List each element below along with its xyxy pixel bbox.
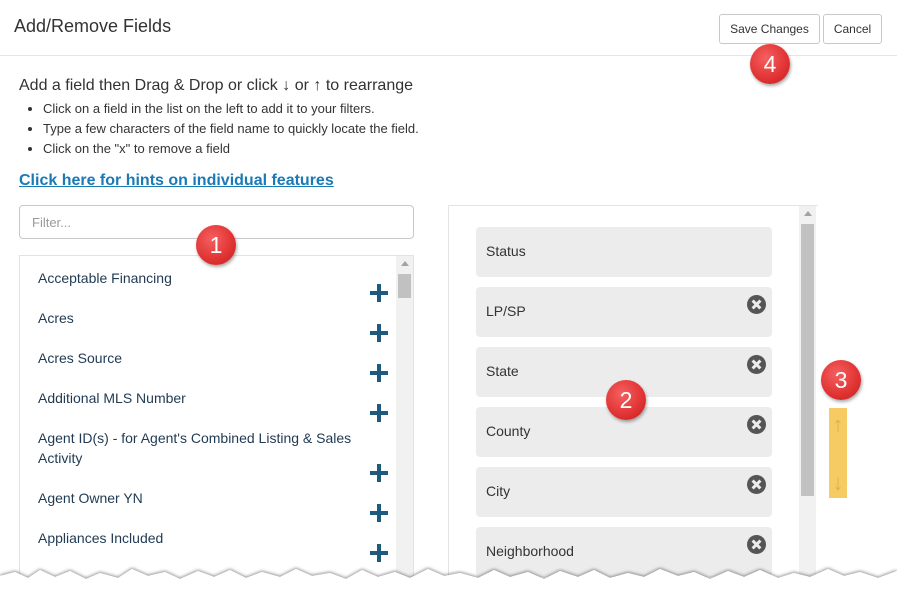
field-label: Acres Source [38, 350, 123, 366]
available-list-scrollbar[interactable] [396, 256, 413, 589]
field-label: Appliances Included [38, 530, 164, 546]
remove-x-icon[interactable] [747, 535, 766, 554]
remove-x-icon[interactable] [747, 475, 766, 494]
remove-x-icon[interactable] [747, 415, 766, 434]
list-item-acceptable-financing[interactable]: Acceptable Financing [20, 268, 396, 308]
instruction-item: Type a few characters of the field name … [43, 119, 419, 139]
instruction-item: Click on the "x" to remove a field [43, 139, 419, 159]
move-up-arrow-icon[interactable]: ↑ [829, 414, 847, 436]
selected-label: Status [486, 243, 526, 259]
plus-icon[interactable] [368, 322, 390, 344]
selected-item-status[interactable]: Status [476, 227, 772, 277]
scroll-thumb[interactable] [398, 274, 411, 298]
scroll-up-arrow-icon[interactable] [804, 211, 812, 216]
plus-icon[interactable] [368, 502, 390, 524]
instructions-prefix: Add a field then Drag & Drop or click [19, 77, 278, 94]
hints-link[interactable]: Click here for hints on individual featu… [19, 172, 334, 190]
field-label: Agent ID(s) - for Agent's Combined Listi… [38, 430, 352, 466]
selected-label: LP/SP [486, 303, 526, 319]
down-arrow-icon: ↓ [282, 77, 291, 94]
list-item-agent-ids[interactable]: Agent ID(s) - for Agent's Combined Listi… [20, 428, 396, 488]
instruction-item: Click on a field in the list on the left… [43, 99, 419, 119]
scroll-up-arrow-icon[interactable] [401, 261, 409, 266]
selected-label: City [486, 483, 511, 499]
instructions-or: or [294, 77, 309, 94]
reorder-arrows: ↑ ↓ [829, 408, 847, 498]
plus-icon[interactable] [368, 362, 390, 384]
selected-label: State [486, 363, 519, 379]
plus-icon[interactable] [368, 462, 390, 484]
list-item-agent-owner-yn[interactable]: Agent Owner YN [20, 488, 396, 528]
plus-icon[interactable] [368, 402, 390, 424]
field-label: Additional MLS Number [38, 390, 186, 406]
cancel-button[interactable]: Cancel [823, 14, 882, 44]
save-changes-button[interactable]: Save Changes [719, 14, 820, 44]
instructions-list: Click on a field in the list on the left… [24, 99, 419, 159]
torn-edge [0, 569, 897, 590]
move-down-arrow-icon[interactable]: ↓ [829, 472, 847, 494]
selected-label: Neighborhood [486, 543, 574, 559]
selected-label: County [486, 423, 531, 439]
list-item-acres-source[interactable]: Acres Source [20, 348, 396, 388]
callout-badge-4: 4 [750, 44, 790, 84]
up-arrow-icon: ↑ [313, 77, 322, 94]
field-label: Acceptable Financing [38, 270, 172, 286]
instructions-title: Add a field then Drag & Drop or click ↓ … [19, 77, 413, 95]
list-item-acres[interactable]: Acres [20, 308, 396, 348]
selected-item-city[interactable]: City [476, 467, 772, 517]
field-label: Acres [38, 310, 74, 326]
scroll-thumb[interactable] [801, 224, 814, 496]
dialog-title: Add/Remove Fields [14, 16, 172, 36]
selected-item-lp-sp[interactable]: LP/SP [476, 287, 772, 337]
instructions-suffix: to rearrange [325, 77, 414, 94]
field-label: Agent Owner YN [38, 490, 143, 506]
list-item-additional-mls-number[interactable]: Additional MLS Number [20, 388, 396, 428]
callout-badge-2: 2 [606, 380, 646, 420]
remove-x-icon[interactable] [747, 355, 766, 374]
callout-badge-3: 3 [821, 360, 861, 400]
available-fields-list: Acceptable Financing Acres Acres Source … [19, 255, 414, 590]
plus-icon[interactable] [368, 282, 390, 304]
selected-list-scrollbar[interactable] [799, 206, 816, 589]
remove-x-icon[interactable] [747, 295, 766, 314]
callout-badge-1: 1 [196, 225, 236, 265]
